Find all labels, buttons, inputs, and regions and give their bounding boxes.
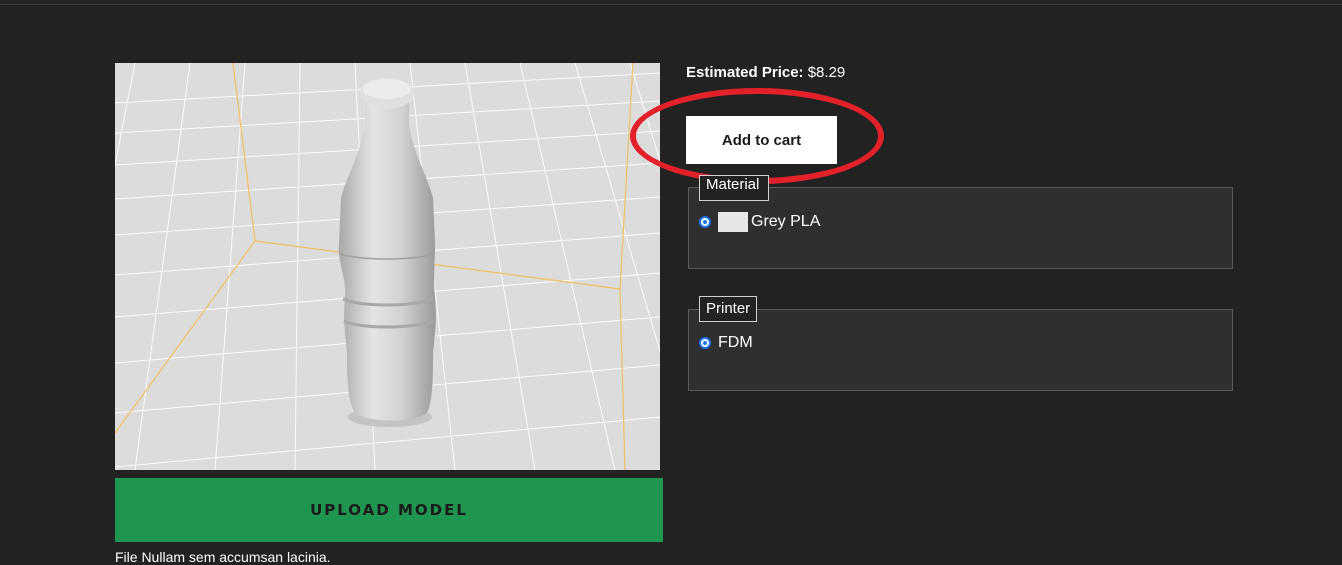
estimated-price-label: Estimated Price: xyxy=(686,64,804,81)
material-option-label: Grey PLA xyxy=(751,213,821,230)
viewer-canvas[interactable] xyxy=(115,63,660,470)
printer-option-label: FDM xyxy=(718,334,753,351)
model-viewer[interactable] xyxy=(115,63,660,470)
printer-radio[interactable] xyxy=(699,337,711,349)
printer-fieldset xyxy=(688,309,1233,391)
material-legend: Material xyxy=(699,175,769,201)
material-color-swatch xyxy=(718,212,748,232)
top-divider xyxy=(0,4,1342,5)
material-option-grey-pla[interactable]: Grey PLA xyxy=(699,212,820,232)
material-radio[interactable] xyxy=(699,216,711,228)
file-note: File Nullam sem accumsan lacinia. xyxy=(115,549,331,565)
estimated-price-value: $8.29 xyxy=(807,64,846,81)
printer-legend: Printer xyxy=(699,296,758,322)
add-to-cart-button[interactable]: Add to cart xyxy=(686,116,837,164)
estimated-price: Estimated Price: $8.29 xyxy=(686,64,845,81)
upload-model-button[interactable]: UPLOAD MODEL xyxy=(115,478,663,542)
printer-option-fdm[interactable]: FDM xyxy=(699,334,753,352)
